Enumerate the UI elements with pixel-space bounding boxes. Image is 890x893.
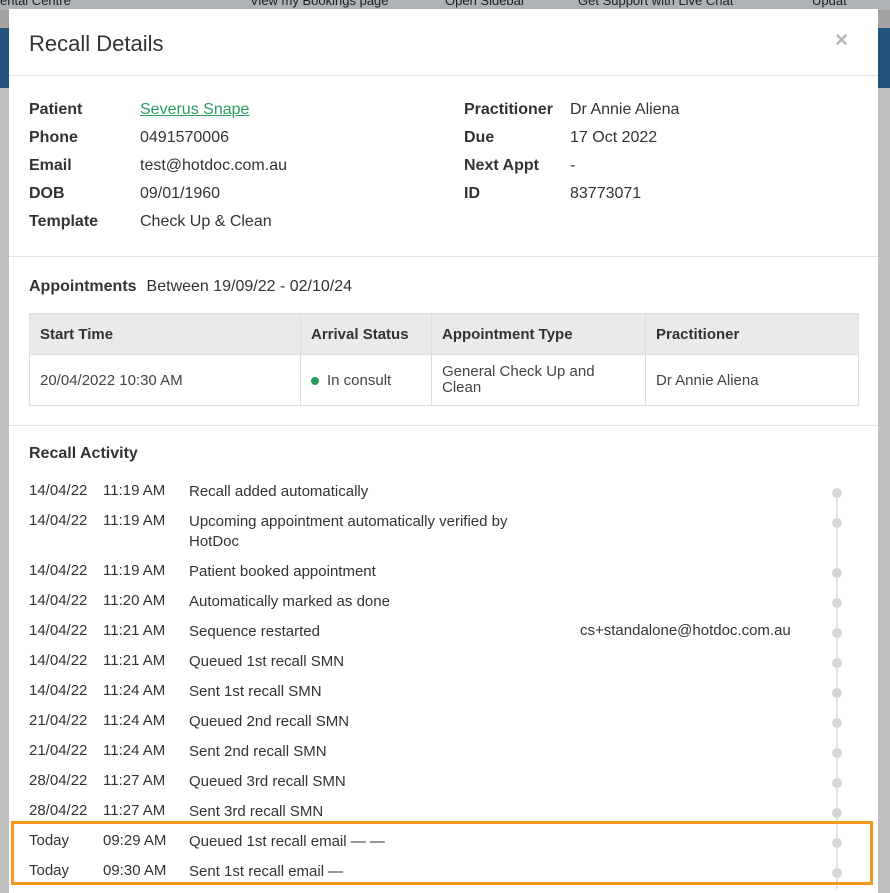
activity-time: 11:24 AM: [103, 712, 166, 729]
timeline-dot-icon: [832, 748, 842, 758]
email-value: test@hotdoc.com.au: [140, 157, 287, 174]
activity-time: 11:21 AM: [103, 652, 166, 669]
activity-description: Queued 3rd recall SMN: [189, 773, 346, 790]
activity-time: 11:27 AM: [103, 802, 166, 819]
activity-description: Sent 2nd recall SMN: [189, 743, 327, 760]
activity-date: 28/04/22: [29, 772, 88, 789]
column-practitioner: Practitioner: [645, 313, 859, 355]
template-value: Check Up & Clean: [140, 213, 272, 230]
timeline-dot-icon: [832, 718, 842, 728]
activity-date: 28/04/22: [29, 802, 88, 819]
table-row[interactable]: 20/04/2022 10:30 AM In consult General C…: [29, 354, 859, 406]
appointments-range: Between 19/09/22 - 02/10/24: [146, 278, 353, 295]
next-appt-label: Next Appt: [464, 157, 539, 174]
cell-practitioner: Dr Annie Aliena: [645, 354, 859, 406]
appointments-heading: Appointments Between 19/09/22 - 02/10/24: [29, 278, 352, 296]
due-label: Due: [464, 129, 495, 146]
activity-time: 09:30 AM: [103, 862, 167, 879]
activity-date: 14/04/22: [29, 652, 88, 669]
activity-date: 14/04/22: [29, 682, 88, 699]
dob-label: DOB: [29, 185, 65, 202]
id-label: ID: [464, 185, 480, 202]
timeline-dot-icon: [832, 598, 842, 608]
template-label: Template: [29, 213, 99, 230]
patient-link[interactable]: Severus Snape: [140, 101, 249, 119]
column-start-time: Start Time: [29, 313, 301, 355]
activity-description: Sequence restarted: [189, 623, 320, 640]
recall-details-modal: Recall Details × Patient Severus Snape P…: [9, 9, 878, 893]
modal-title: Recall Details: [29, 31, 164, 56]
timeline-dot-icon: [832, 658, 842, 668]
activity-time: 11:19 AM: [103, 562, 166, 579]
recall-activity-heading: Recall Activity: [29, 445, 138, 462]
appointments-section: Appointments Between 19/09/22 - 02/10/24 …: [9, 257, 878, 426]
activity-description: Sent 1st recall email —: [189, 863, 344, 880]
patient-label: Patient: [29, 101, 83, 118]
activity-date: Today: [29, 832, 70, 849]
activity-description: Recall added automatically: [189, 483, 369, 500]
activity-time: 11:21 AM: [103, 622, 166, 639]
cell-arrival-status: In consult: [300, 354, 432, 406]
timeline-dot-icon: [832, 778, 842, 788]
activity-time: 11:24 AM: [103, 682, 166, 699]
activity-description: Queued 2nd recall SMN: [189, 713, 350, 730]
activity-time: 09:29 AM: [103, 832, 167, 849]
cell-appointment-type: General Check Up and Clean: [431, 354, 646, 406]
timeline-dot-icon: [832, 808, 842, 818]
appointments-title: Appointments: [29, 278, 137, 295]
close-icon[interactable]: ×: [835, 27, 848, 53]
dob-value: 09/01/1960: [140, 185, 221, 202]
activity-description: Patient booked appointment: [189, 563, 376, 580]
timeline-dot-icon: [832, 568, 842, 578]
activity-time: 11:19 AM: [103, 512, 166, 529]
activity-date: 14/04/22: [29, 592, 88, 609]
arrival-status-text: In consult: [327, 371, 392, 389]
activity-time: 11:19 AM: [103, 482, 166, 499]
activity-date: 14/04/22: [29, 622, 88, 639]
activity-description: Automatically marked as done: [189, 593, 390, 610]
timeline-dot-icon: [832, 628, 842, 638]
due-value: 17 Oct 2022: [570, 129, 658, 146]
email-label: Email: [29, 157, 72, 174]
activity-date: 14/04/22: [29, 562, 88, 579]
status-dot-icon: [311, 376, 319, 385]
activity-description: Sent 1st recall SMN: [189, 683, 322, 700]
activity-date: 21/04/22: [29, 712, 88, 729]
timeline-dot-icon: [832, 488, 842, 498]
activity-date: 21/04/22: [29, 742, 88, 759]
activity-date: Today: [29, 862, 70, 879]
phone-value: 0491570006: [140, 129, 229, 146]
activity-time: 11:24 AM: [103, 742, 166, 759]
cell-start-time: 20/04/2022 10:30 AM: [29, 354, 301, 406]
activity-time: 11:20 AM: [103, 592, 166, 609]
appointments-table: Start Time Arrival Status Appointment Ty…: [29, 313, 859, 406]
id-value: 83773071: [570, 185, 642, 202]
activity-description: Upcoming appointment automatically verif…: [189, 513, 508, 550]
column-arrival-status: Arrival Status: [300, 313, 432, 355]
phone-label: Phone: [29, 129, 78, 146]
activity-user: cs+standalone@hotdoc.com.au: [580, 622, 791, 639]
next-appt-value: -: [570, 157, 576, 174]
timeline-dot-icon: [832, 688, 842, 698]
timeline-dot-icon: [832, 518, 842, 528]
activity-description: Sent 3rd recall SMN: [189, 803, 324, 820]
practitioner-value: Dr Annie Aliena: [570, 101, 680, 118]
table-header-row: Start Time Arrival Status Appointment Ty…: [29, 313, 859, 355]
practitioner-label: Practitioner: [464, 101, 553, 118]
column-appointment-type: Appointment Type: [431, 313, 646, 355]
modal-header: Recall Details ×: [9, 9, 878, 76]
recall-details-section: Patient Severus Snape Phone 0491570006 E…: [9, 76, 878, 257]
activity-date: 14/04/22: [29, 482, 88, 499]
timeline-dot-icon: [832, 868, 842, 878]
activity-time: 11:27 AM: [103, 772, 166, 789]
activity-date: 14/04/22: [29, 512, 88, 529]
activity-description: Queued 1st recall SMN: [189, 653, 345, 670]
activity-description: Queued 1st recall email — —: [189, 833, 385, 850]
recall-activity-section: Recall Activity 14/04/22 11:19 AM Recall a…: [9, 426, 878, 893]
timeline-dot-icon: [832, 838, 842, 848]
